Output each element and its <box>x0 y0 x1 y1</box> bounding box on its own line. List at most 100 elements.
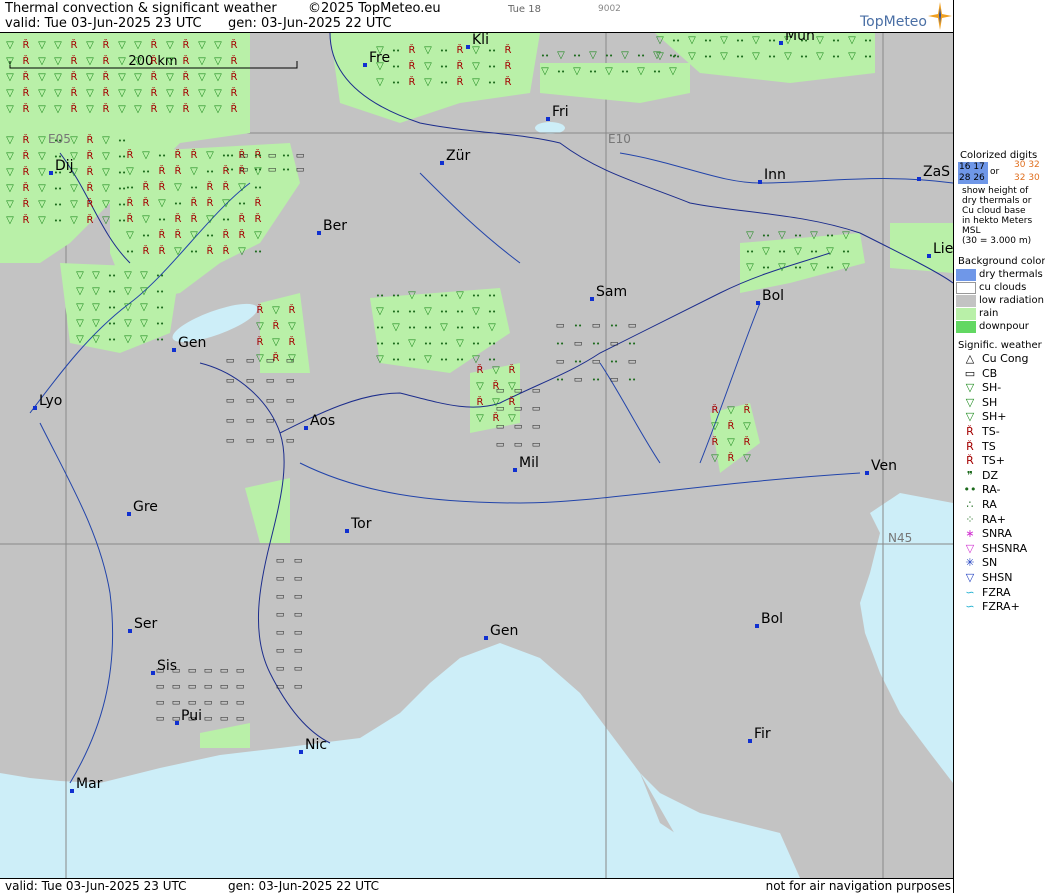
cb-icon: ▭ <box>286 416 295 426</box>
shower-icon: ▽ <box>134 72 142 83</box>
sig-weather-label: SH- <box>982 381 1002 395</box>
thunderstorm-icon: Ř <box>103 102 110 115</box>
cb-icon: ▭ <box>276 610 285 620</box>
shower-icon: ▽ <box>198 88 206 99</box>
shower-icon: ▽ <box>134 56 142 67</box>
shower-icon: ▽ <box>70 135 78 146</box>
shower-icon: ▽ <box>54 104 62 115</box>
shower-icon: ▽ <box>174 246 182 257</box>
rain-icon: •• <box>440 356 448 364</box>
shower-icon: ▽ <box>778 230 786 241</box>
topmeteo-logo: TopMeteo <box>860 14 927 30</box>
rain-icon: •• <box>424 292 432 300</box>
city-marker <box>304 426 308 430</box>
shower-icon: ▽ <box>214 72 222 83</box>
shower-icon: ▽ <box>86 56 94 67</box>
city-label: Mil <box>519 455 539 471</box>
cb-icon: ▭ <box>172 682 181 692</box>
rain-icon: •• <box>456 324 464 332</box>
sig-weather-icon: Ř <box>966 454 974 468</box>
weather-map[interactable]: 200 km E05 E10 N45 ▽ Ř ▽ ▽ Ř ▽ Ř ▽ ▽ Ř ▽ Ř ▽ ▽ Ř▽ Ř ▽ ▽ Ř ▽… <box>0 33 953 878</box>
thunderstorm-icon: Ř <box>231 54 238 67</box>
thunderstorm-icon: Ř <box>23 70 30 83</box>
sig-weather-icon: ▽ <box>965 571 975 584</box>
thunderstorm-icon: Ř <box>87 133 94 146</box>
cb-icon: ▭ <box>266 376 275 386</box>
city-marker <box>779 41 783 45</box>
rain-icon: •• <box>736 53 744 61</box>
rain-icon: •• <box>440 79 448 87</box>
cb-icon: ▭ <box>514 386 523 396</box>
sig-weather-label: FZRA <box>982 585 1011 599</box>
thunderstorm-icon: Ř <box>23 213 30 226</box>
city-label: Kli <box>472 33 489 48</box>
city-label: ZaS <box>923 164 950 180</box>
shower-icon: ▽ <box>376 306 384 317</box>
cb-icon: ▭ <box>266 436 275 446</box>
shower-icon: ▽ <box>826 246 834 257</box>
shower-icon: ▽ <box>140 302 148 313</box>
rain-icon: •• <box>408 308 416 316</box>
sig-weather-icon: ∗ <box>965 527 975 541</box>
digits-sample-3: 30 32 <box>1014 160 1040 170</box>
shower-icon: ▽ <box>206 150 214 161</box>
shower-icon: ▽ <box>669 66 677 77</box>
thunderstorm-icon: Ř <box>151 70 158 83</box>
rain-icon: •• <box>472 292 480 300</box>
legend-bg-title: Background color <box>958 256 1045 267</box>
cb-icon: ▭ <box>246 396 255 406</box>
cb-icon: ▭ <box>276 574 285 584</box>
cb-icon: ▭ <box>226 376 235 386</box>
sig-weather-label: CB <box>982 366 998 380</box>
sig-weather-icon: Ř <box>966 439 974 453</box>
rain-icon: •• <box>108 304 116 312</box>
cb-icon: ▭ <box>532 422 541 432</box>
thunderstorm-icon: Ř <box>509 363 516 376</box>
cb-icon: ▭ <box>276 682 285 692</box>
city-marker <box>317 231 321 235</box>
rain-icon: •• <box>794 264 802 272</box>
thunderstorm-icon: Ř <box>457 75 464 88</box>
city-label: Dij <box>55 158 74 174</box>
shower-icon: ▽ <box>118 104 126 115</box>
rain-icon: •• <box>156 272 164 280</box>
shower-icon: ▽ <box>38 72 46 83</box>
cb-icon: ▭ <box>246 436 255 446</box>
city-marker <box>172 348 176 352</box>
shower-icon: ▽ <box>688 51 696 62</box>
shower-icon: ▽ <box>424 306 432 317</box>
city-marker <box>546 117 550 121</box>
cb-icon: ▭ <box>294 682 303 692</box>
rain-icon: •• <box>637 52 645 60</box>
shower-icon: ▽ <box>6 72 14 83</box>
cb-icon: ▭ <box>220 666 229 676</box>
sig-weather-icon: ▽ <box>965 381 975 395</box>
shower-icon: ▽ <box>557 50 565 61</box>
thunderstorm-icon: Ř <box>409 75 416 88</box>
grid-label-e10: E10 <box>608 132 631 146</box>
shower-icon: ▽ <box>54 56 62 67</box>
shower-icon: ▽ <box>54 72 62 83</box>
cb-icon: ▭ <box>574 339 583 349</box>
shower-icon: ▽ <box>272 305 280 316</box>
shower-icon: ▽ <box>6 183 14 194</box>
sig-weather-label: RA+ <box>982 512 1006 526</box>
compass-star-icon <box>928 2 952 30</box>
rain-icon: •• <box>108 336 116 344</box>
rain-icon: •• <box>768 37 776 45</box>
thunderstorm-icon: Ř <box>409 59 416 72</box>
city-marker <box>484 636 488 640</box>
shower-icon: ▽ <box>472 77 480 88</box>
legend-sig-title: Signific. weather <box>958 340 1042 351</box>
city-label: Mar <box>76 776 103 792</box>
thunderstorm-icon: Ř <box>87 197 94 210</box>
rain-icon: •• <box>864 37 872 45</box>
thunderstorm-icon: Ř <box>103 54 110 67</box>
shower-icon: ▽ <box>70 215 78 226</box>
cb-icon: ▭ <box>204 682 213 692</box>
rain-icon: •• <box>376 324 384 332</box>
rain-icon: •• <box>118 153 126 161</box>
rain-icon: •• <box>156 304 164 312</box>
shower-icon: ▽ <box>752 51 760 62</box>
shower-icon: ▽ <box>166 56 174 67</box>
